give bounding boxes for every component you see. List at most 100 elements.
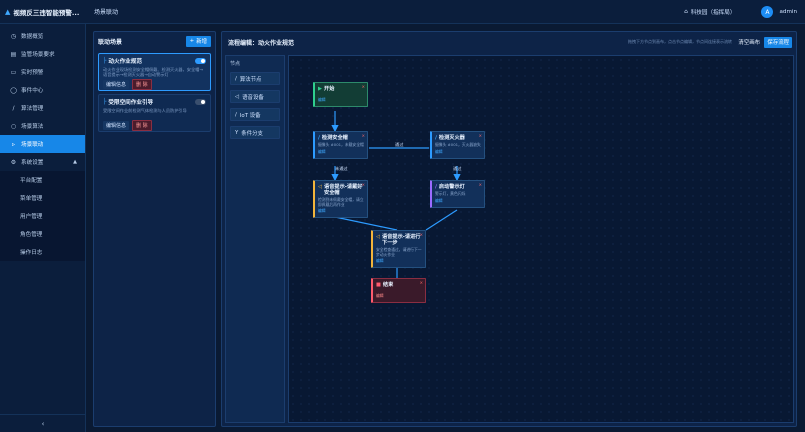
close-icon[interactable]: ×	[479, 133, 482, 138]
editor-title: 流程编辑：动火作业规范	[228, 39, 295, 47]
sidebar-item-label: 监管场景要求	[21, 52, 55, 58]
edit-scene-button[interactable]: 编辑信息	[103, 121, 130, 130]
sidebar-item-settings[interactable]: ⚙ 系统设置 ▲	[0, 153, 85, 171]
palette-item-label: 语音设备	[242, 94, 264, 101]
scene-enable-toggle[interactable]	[195, 58, 206, 64]
flow-node-alarm-light[interactable]: × ∕ 启动警示灯 警示灯，黄色闪烁 编辑	[430, 180, 485, 208]
scene-card[interactable]: ├ 受限空间作业引导 受限空间作业前检测气体检测与人员防护引导 编辑信息 删 除	[98, 94, 211, 132]
sidebar-item-events[interactable]: ◯ 事件中心	[0, 81, 85, 99]
palette-algorithm-node[interactable]: ∕ 算法节点	[230, 72, 280, 85]
stop-icon: ■	[376, 282, 381, 288]
node-edit-link[interactable]: 编辑	[318, 97, 364, 103]
edge-voice-voice2	[334, 216, 398, 231]
scene-list-panel: 联动场景 + 新增 ├ 动火作业规范 动火作业现场检测安全帽佩戴、检测灭火器，安…	[93, 31, 216, 427]
sidebar-item-label: 算法管理	[21, 106, 44, 112]
add-scene-label: 新增	[196, 39, 207, 45]
flow-node-voice-next[interactable]: × ◁ 语音提示-请进行下一步 安全检查通过，请进行下一步动火作业 编辑	[371, 230, 426, 269]
sidebar-collapse-button[interactable]: ‹	[0, 414, 86, 432]
edge-label-pass: 通过	[395, 142, 404, 147]
scene-card[interactable]: ├ 动火作业规范 动火作业现场检测安全帽佩戴、检测灭火器，安全帽→语音提示→检测…	[98, 53, 211, 91]
palette-iot-device[interactable]: ∕ IoT 设备	[230, 108, 280, 121]
branch-icon: Y	[235, 129, 239, 136]
link-icon: ∕	[235, 111, 237, 118]
sidebar-item-overview[interactable]: ◷ 数据概览	[0, 27, 85, 45]
node-title-text: 语音提示-请进行下一步	[382, 234, 421, 246]
chevron-left-icon: ‹	[41, 419, 45, 428]
flow-node-voice-helmet[interactable]: × ◁ 语音提示-请戴好安全帽 检测到未佩戴安全帽，请立即佩戴后再作业 编辑	[313, 180, 368, 219]
app-brand[interactable]: ▲ 视频反三违智能预警...	[0, 7, 86, 17]
node-title-text: 启动警示灯	[438, 184, 465, 190]
flow-node-helmet[interactable]: × ∕ 检测安全帽 摄像头 #001，未戴安全帽 编辑	[313, 131, 368, 159]
close-icon[interactable]: ×	[362, 182, 365, 187]
sidebar-item-label: 系统设置	[21, 160, 44, 166]
flow-icon: ├	[103, 58, 107, 64]
sidebar-subitem-roles[interactable]: 角色管理	[0, 225, 85, 243]
scene-panel-title: 联动场景	[98, 38, 123, 46]
palette-voice-device[interactable]: ◁ 语音设备	[230, 90, 280, 103]
flow-node-start[interactable]: × ▶ 开始 编辑	[313, 82, 368, 107]
close-icon[interactable]: ×	[362, 84, 365, 89]
park-selector[interactable]: ⌂ 科技园（指挥局）	[684, 8, 735, 16]
scene-name: ├ 受限空间作业引导	[103, 98, 206, 106]
node-title: ∕ 启动警示灯	[435, 184, 481, 190]
node-title: ■ 结束	[376, 282, 422, 288]
add-scene-button[interactable]: + 新增	[185, 35, 211, 47]
sidebar-subitem-users[interactable]: 用户管理	[0, 207, 85, 225]
node-edit-link[interactable]: 编辑	[376, 293, 422, 299]
palette-item-label: 条件分支	[241, 130, 263, 137]
node-title-text: 检测安全帽	[321, 135, 348, 141]
node-desc: 摄像头 #001，未戴安全帽	[318, 142, 364, 147]
node-edit-link[interactable]: 编辑	[435, 149, 481, 155]
scene-description: 受限空间作业前检测气体检测与人员防护引导	[103, 108, 187, 113]
edit-scene-button[interactable]: 编辑信息	[103, 80, 130, 89]
edge-label-pass: 通过	[453, 166, 462, 171]
scene-enable-toggle[interactable]	[195, 99, 206, 105]
palette-item-label: IoT 设备	[239, 112, 261, 119]
editor-hint: 拖拽下方节点到画布，点击节点编辑，节点间连接表示流转	[628, 39, 732, 44]
plus-icon: +	[189, 38, 195, 44]
node-desc: 安全检查通过，请进行下一步动火作业	[376, 247, 422, 257]
palette-condition-branch[interactable]: Y 条件分支	[230, 126, 280, 139]
speaker-icon: ◁	[318, 184, 322, 190]
node-title-text: 检测灭火器	[438, 135, 465, 141]
node-edit-link[interactable]: 编辑	[318, 149, 364, 155]
flow-node-end[interactable]: × ■ 结束 编辑	[371, 278, 426, 303]
close-icon[interactable]: ×	[479, 182, 482, 187]
clear-canvas-button[interactable]: 清空画布	[738, 38, 760, 46]
sidebar-subitem-platform[interactable]: 平台配置	[0, 171, 85, 189]
speaker-icon: ◁	[376, 234, 380, 240]
node-edit-link[interactable]: 编辑	[435, 198, 481, 204]
clock-icon: ◷	[10, 32, 17, 40]
flow-connections	[331, 111, 461, 298]
edge-alarm-voice2	[425, 209, 458, 231]
node-desc: 摄像头 #001，灭火器缺失	[435, 142, 481, 147]
node-title-text: 开始	[324, 86, 335, 92]
sidebar-item-scene-linkage[interactable]: ▹ 场景联动	[0, 135, 85, 153]
delete-scene-button[interactable]: 删 除	[132, 120, 152, 131]
node-edit-link[interactable]: 编辑	[318, 208, 364, 214]
sidebar-item-requirements[interactable]: ▤ 监管场景要求	[0, 45, 85, 63]
node-edit-link[interactable]: 编辑	[376, 258, 422, 264]
node-desc: 检测到未佩戴安全帽，请立即佩戴后再作业	[318, 197, 364, 207]
close-icon[interactable]: ×	[420, 280, 423, 285]
avatar[interactable]: A	[761, 6, 774, 18]
close-icon[interactable]: ×	[420, 232, 423, 237]
node-title-text: 语音提示-请戴好安全帽	[324, 184, 363, 196]
user-name[interactable]: admin	[779, 9, 797, 15]
sidebar-item-scene-algorithms[interactable]: ○ 场景算法	[0, 117, 85, 135]
sidebar-item-realtime-alert[interactable]: ▭ 实时预警	[0, 63, 85, 81]
link-icon: ∕	[235, 75, 237, 82]
scene-name: ├ 动火作业规范	[103, 57, 206, 65]
flow-canvas[interactable]: 通过 未通过 通过 × ▶ 开始 编辑 × ∕ 检测安全帽 摄像头 #001，未…	[288, 55, 794, 423]
save-flow-button[interactable]: 保存流程	[764, 36, 792, 48]
sidebar-item-algorithms[interactable]: ∕ 算法管理	[0, 99, 85, 117]
flow-node-extinguisher[interactable]: × ∕ 检测灭火器 摄像头 #001，灭火器缺失 编辑	[430, 131, 485, 159]
sidebar-item-label: 场景联动	[21, 142, 44, 148]
close-icon[interactable]: ×	[362, 133, 365, 138]
sidebar-subitem-menus[interactable]: 菜单管理	[0, 189, 85, 207]
logo-icon: ▲	[5, 7, 11, 16]
palette-item-label: 算法节点	[239, 76, 262, 83]
delete-scene-button[interactable]: 删 除	[132, 79, 152, 90]
sidebar-subitem-logs[interactable]: 操作日志	[0, 243, 85, 261]
sidebar-item-label: 实时预警	[21, 70, 44, 76]
